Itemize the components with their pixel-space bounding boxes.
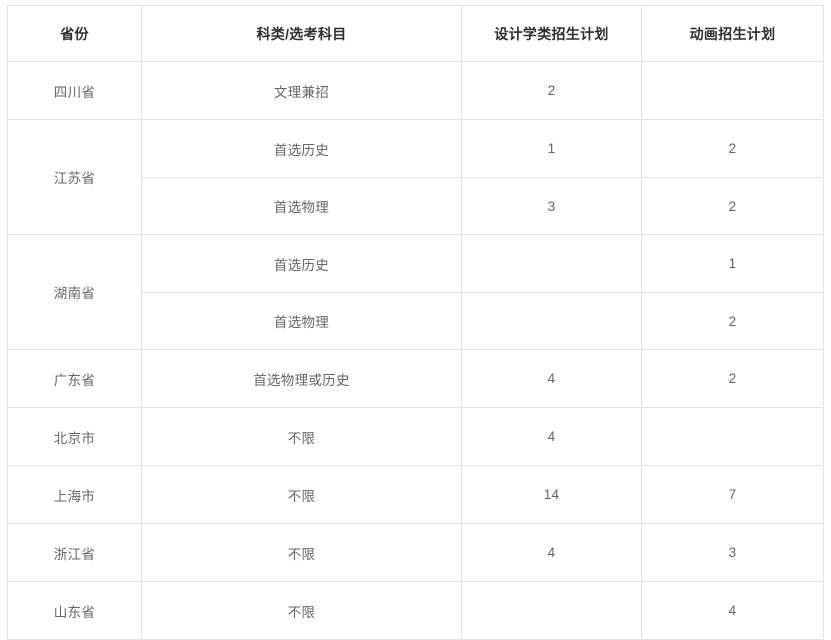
column-header-province: 省份	[7, 5, 142, 62]
cell-animation-plan: 2	[641, 177, 824, 235]
cell-subject: 首选物理或历史	[141, 349, 462, 408]
cell-province: 湖南省	[7, 234, 142, 350]
cell-animation-plan: 7	[641, 465, 824, 524]
cell-design-plan: 3	[461, 177, 642, 235]
table-row: 北京市 不限 4	[7, 407, 824, 466]
cell-design-plan	[461, 581, 642, 640]
table-row: 江苏省 首选历史 1 2	[7, 119, 824, 235]
cell-animation-plan	[641, 407, 824, 466]
cell-design-plan: 4	[461, 407, 642, 466]
cell-province: 广东省	[7, 349, 142, 408]
cell-animation-plan: 2	[641, 349, 824, 408]
cell-design-plan	[461, 234, 642, 293]
enrollment-plan-table: 省份 科类/选考科目 设计学类招生计划 动画招生计划 四川省 文理兼招 2 江苏省 首选…	[7, 5, 824, 640]
enrollment-plan-table-container: 省份 科类/选考科目 设计学类招生计划 动画招生计划 四川省 文理兼招 2 江苏省 首选…	[7, 5, 824, 640]
column-header-design-plan: 设计学类招生计划	[461, 5, 642, 62]
table-header: 省份 科类/选考科目 设计学类招生计划 动画招生计划	[7, 5, 824, 62]
cell-subject: 首选历史	[141, 119, 462, 178]
cell-province: 北京市	[7, 407, 142, 466]
table-body: 四川省 文理兼招 2 江苏省 首选历史 1 2 首选物理 3 2 湖南省 首选历史 1 首选物理 2 广东省首…	[7, 61, 824, 640]
cell-animation-plan: 3	[641, 523, 824, 582]
cell-subject: 首选物理	[141, 292, 462, 350]
cell-subject: 不限	[141, 581, 462, 640]
cell-subject: 不限	[141, 523, 462, 582]
table-row: 浙江省 不限 4 3	[7, 523, 824, 582]
table-row: 湖南省 首选历史 1	[7, 234, 824, 350]
cell-design-plan: 4	[461, 349, 642, 408]
cell-province: 浙江省	[7, 523, 142, 582]
cell-subject: 文理兼招	[141, 61, 462, 120]
cell-animation-plan	[641, 61, 824, 120]
cell-animation-plan: 2	[641, 292, 824, 350]
cell-province: 上海市	[7, 465, 142, 524]
cell-province: 四川省	[7, 61, 142, 120]
table-row: 山东省 不限 4	[7, 581, 824, 640]
table-header-row: 省份 科类/选考科目 设计学类招生计划 动画招生计划	[7, 5, 824, 62]
cell-design-plan: 1	[461, 119, 642, 178]
table-row: 广东省 首选物理或历史 4 2	[7, 349, 824, 408]
cell-animation-plan: 2	[641, 119, 824, 178]
cell-subject: 不限	[141, 465, 462, 524]
table-row: 四川省 文理兼招 2	[7, 61, 824, 120]
cell-design-plan: 4	[461, 523, 642, 582]
cell-animation-plan: 1	[641, 234, 824, 293]
cell-province: 山东省	[7, 581, 142, 640]
column-header-subject: 科类/选考科目	[141, 5, 462, 62]
cell-design-plan: 14	[461, 465, 642, 524]
cell-design-plan	[461, 292, 642, 350]
cell-subject: 不限	[141, 407, 462, 466]
table-row: 上海市 不限 14 7	[7, 465, 824, 524]
column-header-animation-plan: 动画招生计划	[641, 5, 824, 62]
cell-design-plan: 2	[461, 61, 642, 120]
cell-subject: 首选历史	[141, 234, 462, 293]
cell-province: 江苏省	[7, 119, 142, 235]
cell-subject: 首选物理	[141, 177, 462, 235]
cell-animation-plan: 4	[641, 581, 824, 640]
